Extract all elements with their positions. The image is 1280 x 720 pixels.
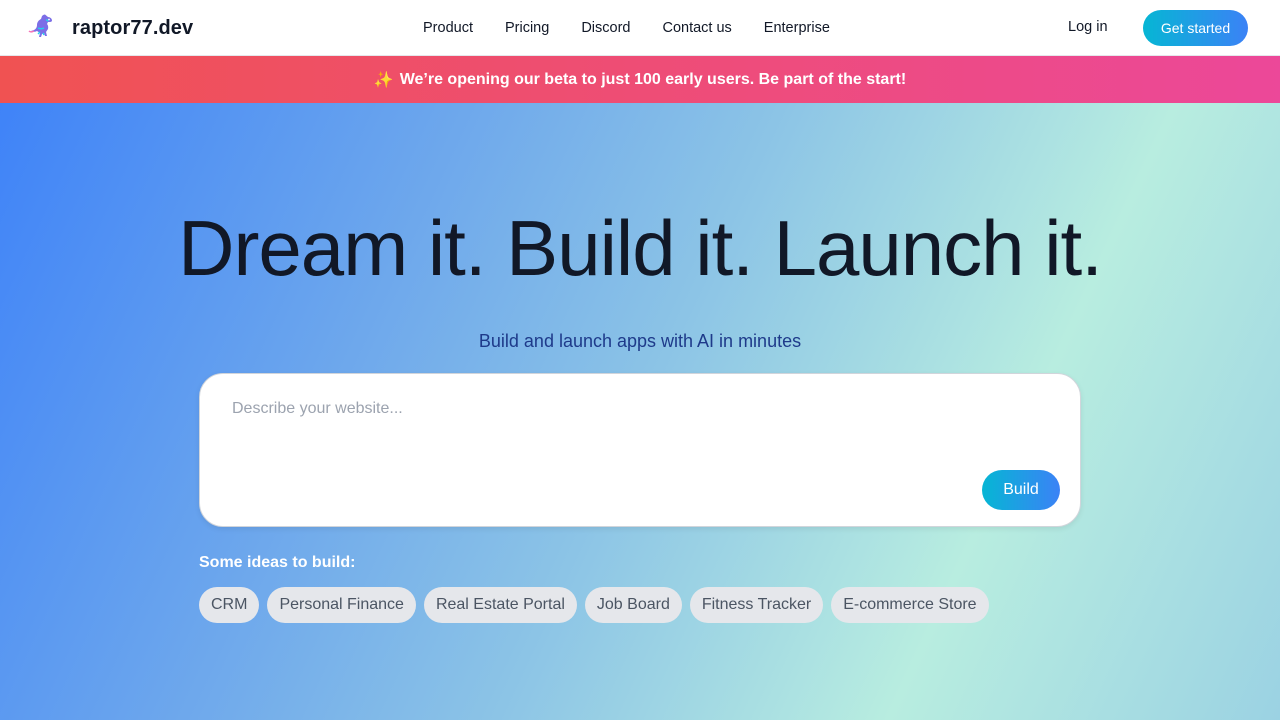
idea-chip-real-estate-portal[interactable]: Real Estate Portal	[423, 587, 577, 623]
idea-chip-job-board[interactable]: Job Board	[584, 587, 682, 623]
hero-section: Dream it. Build it. Launch it. Build and…	[0, 103, 1280, 720]
raptor-logo-icon	[28, 14, 52, 37]
banner-text: We’re opening our beta to just 100 early…	[399, 70, 907, 88]
prompt-box: Build	[199, 373, 1081, 527]
nav-link-discord[interactable]: Discord	[565, 20, 646, 36]
describe-website-input[interactable]	[232, 400, 1012, 460]
login-link[interactable]: Log in	[1068, 19, 1108, 35]
idea-chip-crm[interactable]: CRM	[199, 587, 260, 623]
nav-link-product[interactable]: Product	[407, 20, 489, 36]
hero-headline: Dream it. Build it. Launch it.	[178, 204, 1103, 292]
nav-link-enterprise[interactable]: Enterprise	[748, 20, 846, 36]
top-navbar: raptor77.dev Product Pricing Discord Con…	[0, 0, 1280, 56]
idea-chip-fitness-tracker[interactable]: Fitness Tracker	[689, 587, 824, 623]
nav-link-pricing[interactable]: Pricing	[489, 20, 565, 36]
nav-link-contact-us[interactable]: Contact us	[646, 20, 747, 36]
announcement-banner: ✨ We’re opening our beta to just 100 ear…	[0, 56, 1280, 103]
idea-chip-personal-finance[interactable]: Personal Finance	[267, 587, 416, 623]
hero-subheading: Build and launch apps with AI in minutes	[478, 331, 802, 351]
main-nav: Product Pricing Discord Contact us Enter…	[407, 0, 846, 56]
brand[interactable]: raptor77.dev	[28, 14, 193, 42]
build-button[interactable]: Build	[982, 470, 1060, 510]
sparkles-icon: ✨	[373, 71, 394, 89]
get-started-button[interactable]: Get started	[1143, 10, 1248, 46]
idea-chip-ecommerce-store[interactable]: E-commerce Store	[831, 587, 989, 623]
brand-name: raptor77.dev	[72, 16, 194, 39]
ideas-label: Some ideas to build:	[199, 554, 356, 571]
idea-chips: CRM Personal Finance Real Estate Portal …	[199, 587, 989, 623]
